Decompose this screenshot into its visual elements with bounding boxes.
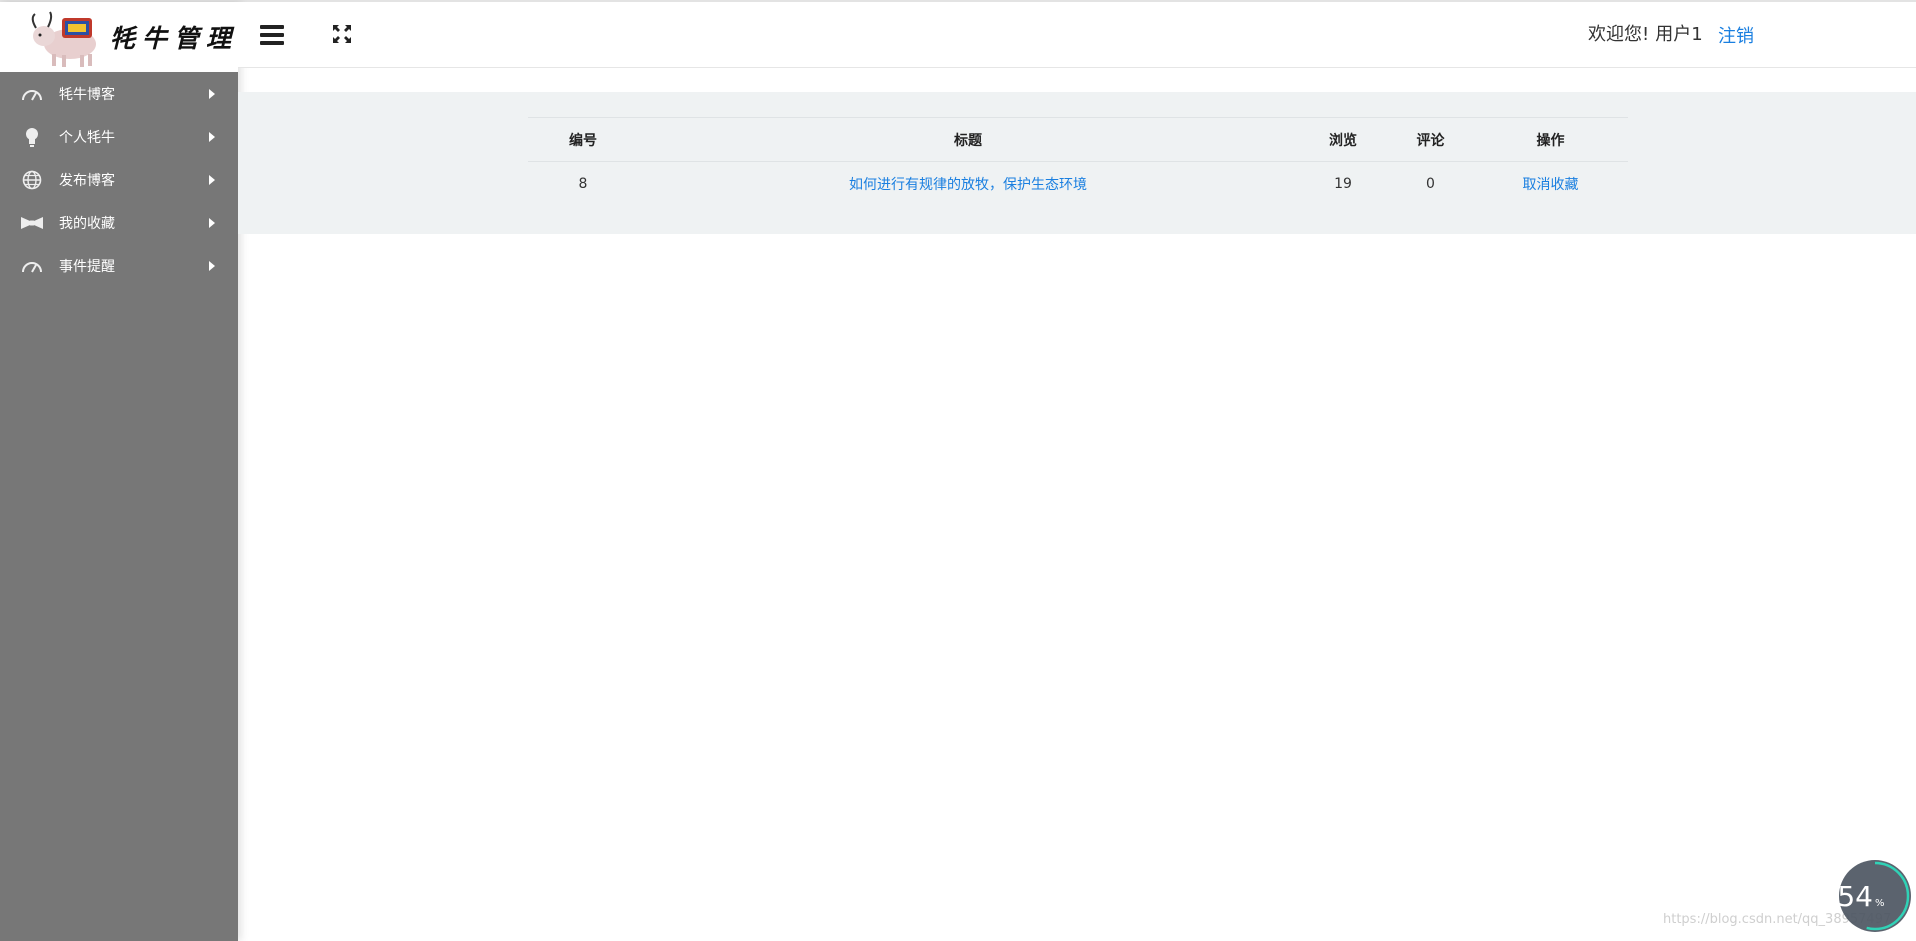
sidebar-item-label: 事件提醒 [59,258,115,275]
dashboard-icon [20,256,44,276]
table-header-row: 编号 标题 浏览 评论 操作 [528,117,1628,162]
sidebar-item-yak-blog[interactable]: 牦牛博客 [0,72,238,115]
column-header-id: 编号 [528,117,638,162]
welcome-text: 欢迎您! [1588,24,1650,45]
sidebar-item-label: 我的收藏 [59,215,115,232]
badge-percent-sign: % [1875,898,1885,909]
sidebar-item-event-reminder[interactable]: 事件提醒 [0,244,238,287]
sidebar-item-label: 个人牦牛 [59,129,115,146]
sidebar-item-my-favorites[interactable]: 我的收藏 [0,201,238,244]
column-header-comments: 评论 [1388,117,1473,162]
dashboard-icon [20,84,44,104]
post-title-link[interactable]: 如何进行有规律的放牧，保护生态环境 [849,177,1087,193]
column-header-actions: 操作 [1473,117,1628,162]
logo-text: 牦牛管理 [110,24,239,53]
cell-views: 19 [1334,176,1352,193]
sidebar-item-personal-yak[interactable]: 个人牦牛 [0,115,238,158]
username: 用户1 [1655,24,1703,45]
fullscreen-icon[interactable] [332,24,352,48]
menu-toggle-icon[interactable] [260,24,284,50]
sidebar-item-label: 发布博客 [59,172,115,189]
favorites-table: 编号 标题 浏览 评论 操作 8 如何进行有规律的放牧，保护生态环境 19 0 … [528,117,1628,207]
globe-icon [20,170,44,190]
cell-action: 取消收藏 [1473,162,1628,207]
column-header-views: 浏览 [1298,117,1388,162]
caret-right-icon [209,89,215,99]
column-header-title: 标题 [638,117,1298,162]
favorites-panel: 编号 标题 浏览 评论 操作 8 如何进行有规律的放牧，保护生态环境 19 0 … [238,92,1916,234]
sidebar: 牦牛管理 牦牛博客 个人牦牛 发布博客 我的收藏 事件提醒 [0,2,238,941]
table-row: 8 如何进行有规律的放牧，保护生态环境 19 0 取消收藏 [528,162,1628,207]
sidebar-menu: 牦牛博客 个人牦牛 发布博客 我的收藏 事件提醒 [0,72,238,287]
unfavorite-link[interactable]: 取消收藏 [1523,177,1579,193]
sidebar-item-label: 牦牛博客 [59,86,115,103]
badge-percent-number: 54 [1837,880,1873,913]
logo[interactable]: 牦牛管理 [0,2,238,72]
sidebar-item-publish-blog[interactable]: 发布博客 [0,158,238,201]
cell-comments: 0 [1426,176,1435,193]
caret-right-icon [209,175,215,185]
caret-right-icon [209,261,215,271]
welcome-message: 欢迎您! 用户1 [1588,20,1703,46]
cell-id: 8 [578,176,588,193]
bowtie-icon [20,213,44,233]
lightbulb-icon [20,127,44,147]
progress-badge[interactable]: 54 % [1837,858,1913,934]
top-header: 欢迎您! 用户1 注销 [238,2,1916,68]
logout-link[interactable]: 注销 [1718,22,1754,48]
yak-logo-icon [31,11,96,67]
caret-right-icon [209,218,215,228]
cell-title: 如何进行有规律的放牧，保护生态环境 [638,162,1298,207]
caret-right-icon [209,132,215,142]
